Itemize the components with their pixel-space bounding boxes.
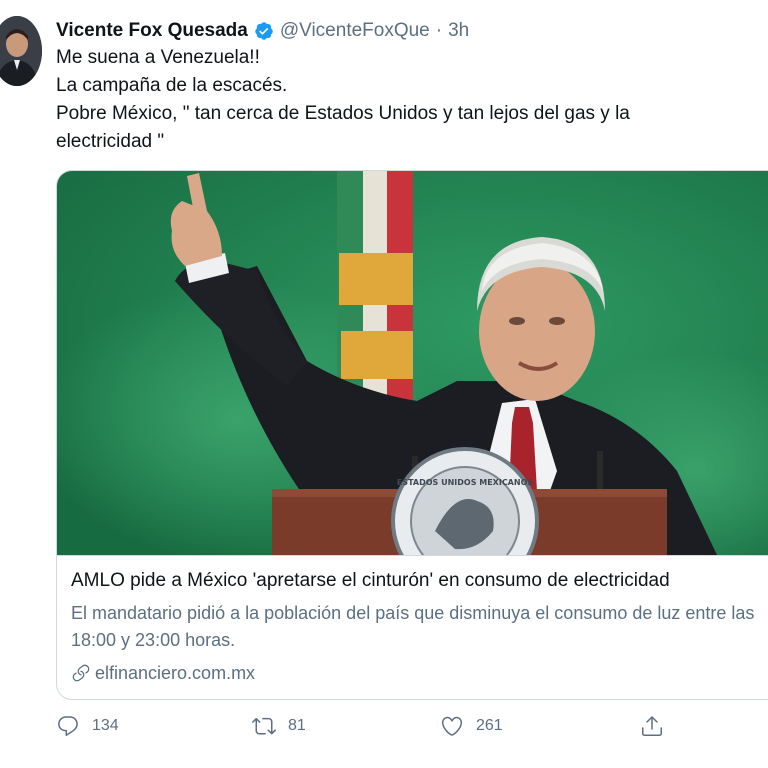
seal-text: ESTADOS UNIDOS MEXICANOS: [397, 478, 534, 487]
tweet-header: Vicente Fox Quesada @VicenteFoxQue · 3h: [56, 18, 469, 44]
avatar-photo: [0, 16, 42, 86]
tweet-text-line: Me suena a Venezuela!!: [56, 47, 260, 68]
card-body[interactable]: AMLO pide a México 'apretarse el cinturó…: [57, 555, 768, 699]
card-link[interactable]: elfinanciero.com.mx: [71, 660, 768, 686]
verified-badge-icon: [255, 22, 273, 40]
share-icon[interactable]: [640, 714, 664, 738]
reply-icon[interactable]: [56, 714, 80, 738]
tweet-timestamp[interactable]: 3h: [448, 20, 469, 42]
separator-dot: ·: [435, 20, 443, 41]
heart-icon[interactable]: [440, 714, 464, 738]
tweet-text-line: electricidad ": [56, 131, 165, 152]
tweet-text-line: Pobre México, " tan cerca de Estados Uni…: [56, 103, 630, 124]
link-icon: [72, 664, 90, 682]
share-action[interactable]: [640, 714, 664, 738]
card-title[interactable]: AMLO pide a México 'apretarse el cinturó…: [71, 568, 768, 594]
tweet-text: Me suena a Venezuela!! La campaña de la …: [56, 44, 756, 156]
retweet-action[interactable]: 81: [252, 714, 306, 738]
tweet-text-line: La campaña de la escacés.: [56, 75, 288, 96]
link-preview-card[interactable]: ESTADOS UNIDOS MEXICANOS AMLO pide a Méx…: [56, 170, 768, 700]
author-avatar[interactable]: [0, 16, 42, 86]
author-handle[interactable]: @VicenteFoxQue: [280, 20, 430, 42]
tweet-actions: 134 81 261: [56, 714, 676, 744]
card-link-domain[interactable]: elfinanciero.com.mx: [95, 660, 255, 686]
author-name[interactable]: Vicente Fox Quesada: [56, 20, 248, 42]
card-description: El mandatario pidió a la población del p…: [71, 603, 755, 650]
like-count: 261: [476, 717, 503, 734]
reply-count: 134: [92, 717, 119, 734]
like-action[interactable]: 261: [440, 714, 503, 738]
retweet-count: 81: [288, 717, 306, 734]
retweet-icon[interactable]: [252, 714, 276, 738]
reply-action[interactable]: 134: [56, 714, 119, 738]
card-image[interactable]: ESTADOS UNIDOS MEXICANOS: [57, 171, 768, 555]
